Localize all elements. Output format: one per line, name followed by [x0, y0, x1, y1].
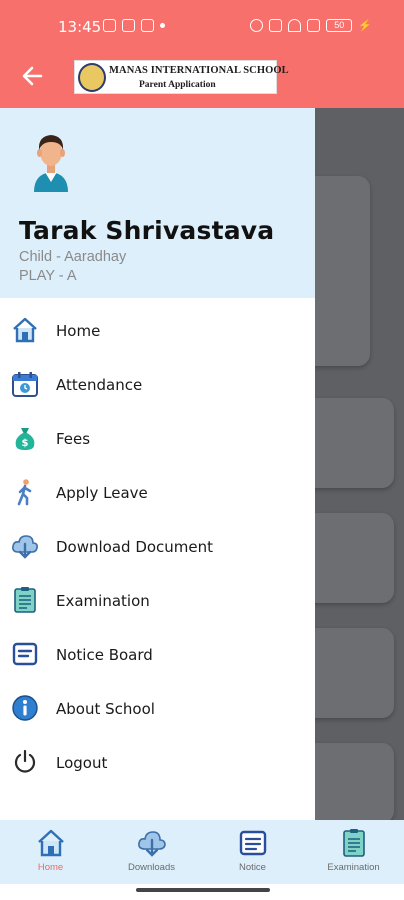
drawer-item-apply-leave[interactable]: Apply Leave — [0, 468, 315, 516]
cellular-icon — [307, 19, 321, 32]
drawer-item-label: Notice Board — [56, 646, 153, 664]
drawer-item-download-document[interactable]: Download Document — [0, 522, 315, 570]
back-arrow-icon[interactable] — [19, 62, 47, 90]
drawer-item-label: Fees — [56, 430, 91, 448]
walking-person-icon — [17, 479, 32, 506]
school-seal-icon — [78, 63, 106, 92]
exam-sheet-icon — [14, 587, 36, 613]
child-name: Child - Aaradhay — [19, 249, 127, 265]
notification-icon — [103, 19, 116, 32]
bottom-nav-label: Notice — [239, 862, 266, 873]
bottom-navigation: Home Downloads Notice Examination — [0, 820, 404, 884]
user-name: Tarak Shrivastava — [19, 216, 275, 245]
system-icons: 50 ⚡ — [250, 19, 372, 32]
drawer-item-about-school[interactable]: About School — [0, 684, 315, 732]
more-notifications-icon — [160, 23, 165, 28]
drawer-item-examination[interactable]: Examination — [0, 576, 315, 624]
school-logo-banner: MANAS INTERNATIONAL SCHOOL Parent Applic… — [74, 60, 289, 94]
scrim-overlay[interactable] — [295, 108, 404, 823]
bottom-nav-home[interactable]: Home — [0, 820, 101, 884]
notification-icons — [103, 19, 165, 32]
money-bag-icon: $ — [15, 428, 35, 450]
notice-board-icon — [239, 830, 267, 856]
power-icon — [14, 749, 36, 773]
exam-sheet-icon — [343, 829, 365, 857]
home-icon — [38, 829, 64, 857]
wifi-icon — [288, 19, 302, 32]
signal-icon — [269, 19, 283, 32]
bottom-nav-notice[interactable]: Notice — [202, 820, 303, 884]
status-time: 13:45 — [58, 18, 102, 36]
drawer-item-home[interactable]: Home — [0, 306, 315, 354]
notification-icon — [122, 19, 135, 32]
child-class: PLAY - A — [19, 268, 77, 284]
bottom-nav-examination[interactable]: Examination — [303, 820, 404, 884]
drawer-item-logout[interactable]: Logout — [0, 738, 315, 786]
calendar-icon — [12, 372, 38, 397]
drawer-item-label: Examination — [56, 592, 150, 610]
svg-text:$: $ — [22, 438, 29, 449]
bottom-nav-label: Examination — [327, 862, 380, 873]
drawer-item-label: Logout — [56, 754, 108, 772]
bottom-nav-downloads[interactable]: Downloads — [101, 820, 202, 884]
info-icon — [12, 695, 38, 721]
drawer-item-notice-board[interactable]: Notice Board — [0, 630, 315, 678]
school-name: MANAS INTERNATIONAL SCHOOL — [109, 65, 289, 76]
drawer-item-label: Download Document — [56, 538, 214, 556]
avatar — [34, 135, 68, 192]
status-bar: 13:45 50 ⚡ — [0, 0, 404, 54]
drawer-item-label: Apply Leave — [56, 484, 148, 502]
bottom-nav-label: Home — [37, 862, 64, 873]
cloud-download-icon — [12, 535, 38, 559]
charging-icon: ⚡ — [358, 20, 372, 32]
alarm-icon — [250, 19, 264, 32]
cloud-download-icon — [138, 831, 166, 857]
app-bar: 13:45 50 ⚡ MANAS INTERNATIONAL SCHOOL Pa… — [0, 0, 404, 108]
drawer-item-label: About School — [56, 700, 155, 718]
notice-board-icon — [12, 642, 38, 666]
app-subtitle: Parent Application — [139, 80, 216, 90]
gesture-home-bar[interactable] — [136, 888, 270, 892]
battery-icon: 50 — [326, 19, 353, 32]
navigation-drawer: Tarak Shrivastava Child - Aaradhay PLAY … — [0, 108, 315, 820]
drawer-item-attendance[interactable]: Attendance — [0, 360, 315, 408]
drawer-header: Tarak Shrivastava Child - Aaradhay PLAY … — [0, 108, 315, 298]
drawer-item-label: Attendance — [56, 376, 143, 394]
drawer-item-label: Home — [56, 322, 101, 340]
drawer-item-fees[interactable]: $ Fees — [0, 414, 315, 462]
home-icon — [13, 317, 37, 343]
youtube-icon — [141, 19, 154, 32]
bottom-nav-label: Downloads — [128, 862, 175, 873]
